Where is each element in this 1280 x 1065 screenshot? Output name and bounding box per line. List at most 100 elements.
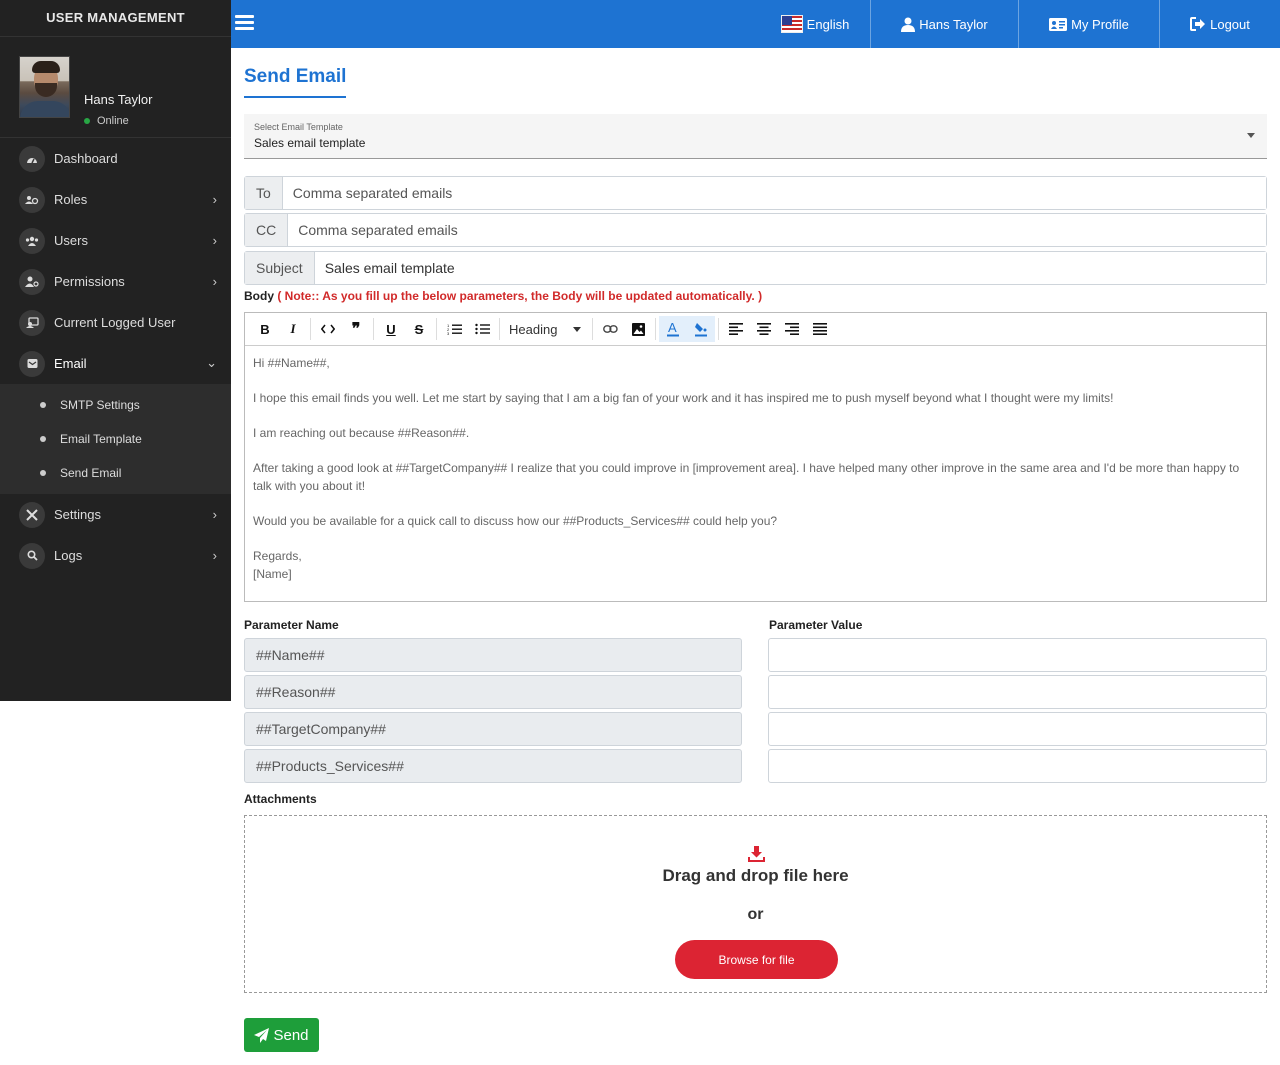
parameter-name-header: Parameter Name xyxy=(244,618,339,632)
rich-text-editor: B I ❞ U S 123 Heading A Hi ##Name##, I h… xyxy=(244,312,1267,602)
highlight-color-icon[interactable] xyxy=(687,316,715,342)
email-template-select[interactable]: Select Email Template Sales email templa… xyxy=(244,114,1267,159)
strikethrough-button[interactable]: S xyxy=(405,316,433,342)
font-color-icon[interactable]: A xyxy=(659,316,687,342)
bullet-icon xyxy=(40,470,46,476)
download-icon xyxy=(747,846,766,868)
body-paragraph: [Name] xyxy=(253,567,292,581)
logout-link[interactable]: Logout xyxy=(1159,0,1280,48)
chevron-down-icon: ⌄ xyxy=(206,355,217,370)
to-field-group: To xyxy=(244,176,1267,210)
caret-down-icon xyxy=(573,327,581,332)
chevron-right-icon: › xyxy=(212,192,217,207)
subject-field-group: Subject xyxy=(244,251,1267,285)
submenu-item-send-email[interactable]: Send Email xyxy=(0,456,231,490)
sidebar-item-dashboard[interactable]: Dashboard xyxy=(0,138,231,179)
chevron-right-icon: › xyxy=(212,507,217,522)
sidebar-item-logs[interactable]: Logs › xyxy=(0,535,231,576)
sidebar-item-label: Current Logged User xyxy=(54,315,176,330)
language-selector[interactable]: English xyxy=(760,0,870,48)
toolbar-divider xyxy=(436,318,437,340)
body-paragraph: Hi ##Name##, xyxy=(253,356,330,370)
parameter-name-field: ##Name## xyxy=(244,638,742,672)
file-dropzone[interactable]: Drag and drop file here or Browse for fi… xyxy=(244,815,1267,993)
my-profile-link[interactable]: My Profile xyxy=(1018,0,1159,48)
link-icon[interactable] xyxy=(596,316,624,342)
sidebar-item-roles[interactable]: Roles › xyxy=(0,179,231,220)
sidebar-item-settings[interactable]: Settings › xyxy=(0,494,231,535)
language-label: English xyxy=(806,16,850,32)
heading-dropdown[interactable]: Heading xyxy=(503,316,589,342)
submenu-item-label: SMTP Settings xyxy=(60,398,140,412)
align-justify-icon[interactable] xyxy=(806,316,834,342)
to-label: To xyxy=(245,177,283,209)
code-button[interactable] xyxy=(314,316,342,342)
menu-toggle-icon[interactable] xyxy=(235,15,254,31)
page-title: Send Email xyxy=(244,66,347,98)
sidebar-item-label: Permissions xyxy=(54,274,125,289)
user-name: Hans Taylor xyxy=(84,92,153,107)
body-paragraph: I hope this email finds you well. Let me… xyxy=(253,391,1114,405)
browse-file-button[interactable]: Browse for file xyxy=(675,940,838,979)
underline-button[interactable]: U xyxy=(377,316,405,342)
sidebar-item-permissions[interactable]: Permissions › xyxy=(0,261,231,302)
bullet-icon xyxy=(40,402,46,408)
bullet-icon xyxy=(40,436,46,442)
parameter-name-field: ##TargetCompany## xyxy=(244,712,742,746)
align-center-icon[interactable] xyxy=(750,316,778,342)
cc-field-group: CC xyxy=(244,213,1267,247)
svg-text:3: 3 xyxy=(447,331,450,335)
user-menu-label: Hans Taylor xyxy=(919,16,988,32)
submenu-item-email-template[interactable]: Email Template xyxy=(0,422,231,456)
to-input[interactable] xyxy=(282,177,1266,209)
parameter-value-input[interactable] xyxy=(768,749,1267,783)
parameter-value-input[interactable] xyxy=(768,712,1267,746)
top-nav: English Hans Taylor My Profile Logout xyxy=(760,0,1280,48)
us-flag-icon xyxy=(780,15,803,33)
italic-button[interactable]: I xyxy=(279,316,307,342)
parameter-value-input[interactable] xyxy=(768,675,1267,709)
sidebar-item-email[interactable]: Email ⌄ xyxy=(0,343,231,384)
body-paragraph: Regards, xyxy=(253,549,302,563)
users-icon xyxy=(19,227,45,254)
sidebar-item-current-logged-user[interactable]: Current Logged User xyxy=(0,302,231,343)
body-label-text: Body xyxy=(244,289,274,303)
sidebar-item-label: Settings xyxy=(54,507,101,522)
image-icon[interactable] xyxy=(624,316,652,342)
avatar xyxy=(19,56,70,118)
logout-icon xyxy=(1190,17,1206,31)
align-left-icon[interactable] xyxy=(722,316,750,342)
select-label: Select Email Template xyxy=(254,122,343,132)
sidebar-item-label: Users xyxy=(54,233,88,248)
body-label: Body ( Note:: As you fill up the below p… xyxy=(244,289,762,303)
toolbar-divider xyxy=(310,318,311,340)
dashboard-icon xyxy=(19,145,45,172)
parameter-value-input[interactable] xyxy=(768,638,1267,672)
sidebar: USER MANAGEMENT Hans Taylor Online Dashb… xyxy=(0,0,231,701)
sidebar-item-users[interactable]: Users › xyxy=(0,220,231,261)
search-icon xyxy=(19,542,45,569)
body-paragraph: Would you be available for a quick call … xyxy=(253,514,778,528)
ordered-list-icon[interactable]: 123 xyxy=(440,316,468,342)
chevron-right-icon: › xyxy=(212,548,217,563)
select-value: Sales email template xyxy=(254,136,366,150)
my-profile-label: My Profile xyxy=(1071,16,1129,32)
blockquote-button[interactable]: ❞ xyxy=(342,316,370,342)
topbar: English Hans Taylor My Profile Logout xyxy=(231,0,1280,48)
online-dot-icon xyxy=(84,118,90,124)
submenu-item-smtp-settings[interactable]: SMTP Settings xyxy=(0,388,231,422)
bold-button[interactable]: B xyxy=(251,316,279,342)
submenu-item-label: Email Template xyxy=(60,432,142,446)
cc-input[interactable] xyxy=(288,214,1266,246)
email-submenu: SMTP Settings Email Template Send Email xyxy=(0,384,231,494)
align-right-icon[interactable] xyxy=(778,316,806,342)
send-button[interactable]: Send xyxy=(244,1018,319,1052)
subject-input[interactable] xyxy=(314,252,1266,284)
editor-content[interactable]: Hi ##Name##, I hope this email finds you… xyxy=(245,346,1266,591)
editor-toolbar: B I ❞ U S 123 Heading A xyxy=(245,313,1266,346)
toolbar-divider xyxy=(718,318,719,340)
bullet-list-icon[interactable] xyxy=(468,316,496,342)
user-panel: Hans Taylor Online xyxy=(0,37,231,138)
permissions-icon xyxy=(19,268,45,295)
user-menu[interactable]: Hans Taylor xyxy=(870,0,1018,48)
